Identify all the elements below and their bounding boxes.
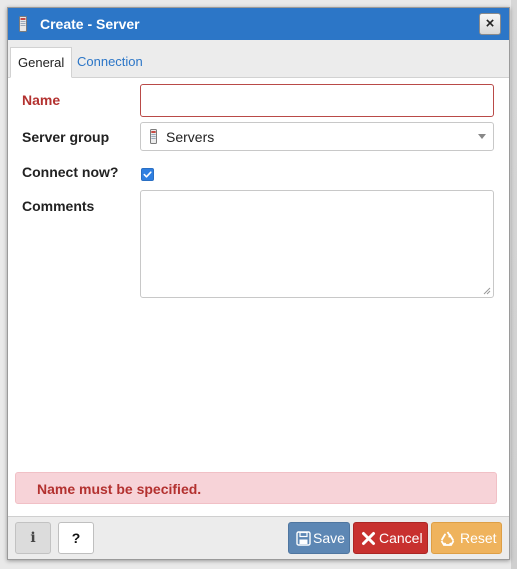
error-message: Name must be specified. <box>37 481 202 497</box>
dialog-titlebar[interactable]: Create - Server × <box>8 8 509 40</box>
name-input[interactable] <box>140 84 494 117</box>
save-icon <box>296 531 311 546</box>
chevron-down-icon <box>478 134 486 139</box>
comments-label: Comments <box>22 198 95 214</box>
help-button[interactable]: ? <box>58 522 94 554</box>
close-button[interactable]: × <box>479 13 501 35</box>
checkmark-icon <box>143 171 152 178</box>
reset-label: Reset <box>460 530 497 546</box>
info-button[interactable]: i <box>15 522 51 554</box>
tab-bar: General Connection <box>8 40 509 78</box>
dialog-footer: i ? Save Cancel Reset <box>8 516 509 559</box>
tab-general[interactable]: General <box>10 47 73 78</box>
save-label: Save <box>313 530 345 546</box>
reset-button[interactable]: Reset <box>431 522 502 554</box>
name-label: Name <box>22 92 61 108</box>
background-window-edge <box>511 0 517 569</box>
server-icon <box>19 16 27 32</box>
dialog-title: Create - Server <box>40 16 140 32</box>
error-alert: Name must be specified. <box>15 472 497 504</box>
comments-textarea[interactable] <box>140 190 494 298</box>
server-group-value: Servers <box>166 129 215 145</box>
server-group-icon <box>150 129 157 144</box>
recycle-icon <box>440 531 455 546</box>
connect-now-checkbox[interactable] <box>141 168 154 181</box>
cancel-button[interactable]: Cancel <box>353 522 428 554</box>
close-icon <box>362 532 375 545</box>
server-group-label: Server group <box>22 129 110 145</box>
save-button[interactable]: Save <box>288 522 350 554</box>
resize-grip-icon[interactable] <box>483 287 491 295</box>
cancel-label: Cancel <box>379 530 423 546</box>
tab-connection[interactable]: Connection <box>70 47 150 78</box>
connect-now-label: Connect now? <box>22 164 119 180</box>
server-group-select[interactable]: Servers <box>140 122 494 151</box>
create-server-dialog: Create - Server × General Connection Nam… <box>7 7 510 560</box>
